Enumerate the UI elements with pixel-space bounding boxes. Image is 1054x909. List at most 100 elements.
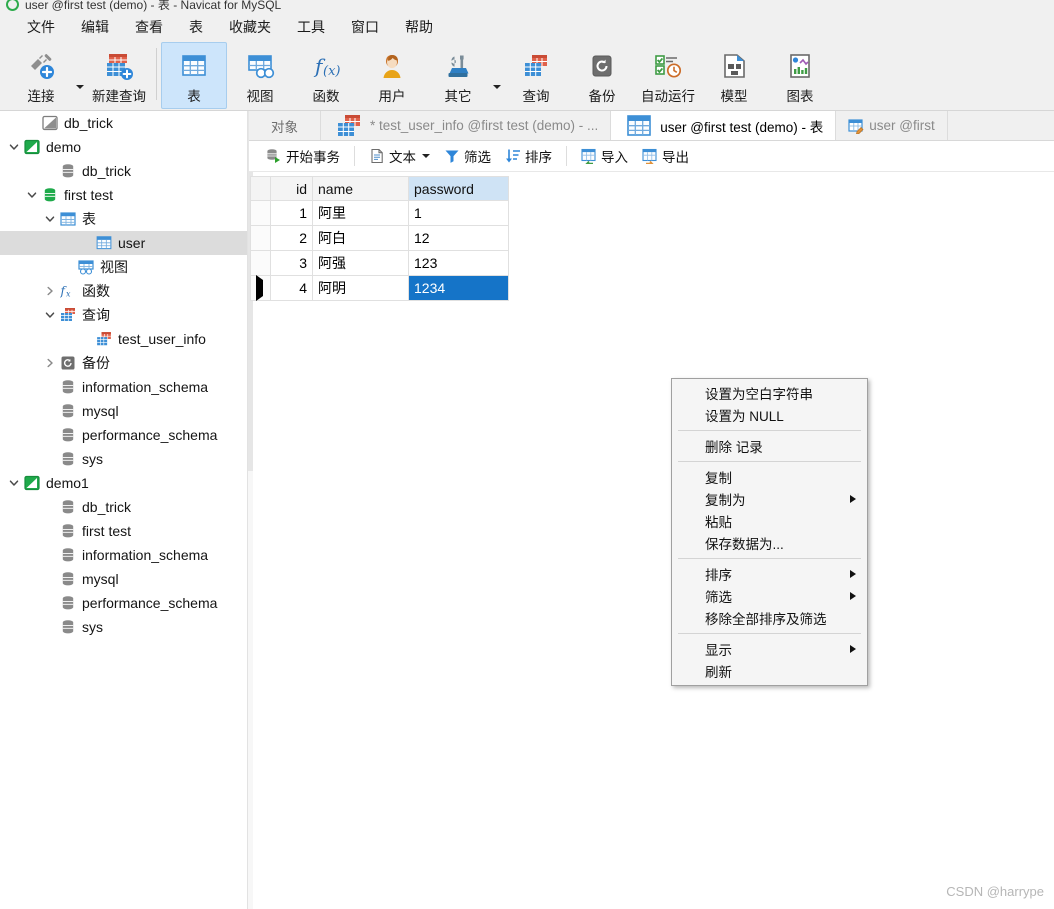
toolbar-button-model[interactable]: 模型: [701, 42, 767, 109]
tree-node-performance_schema[interactable]: performance_schema: [0, 591, 247, 615]
gridbar-button-import[interactable]: 导入: [574, 145, 635, 168]
tree-node-[interactable]: 视图: [0, 255, 247, 279]
context-menu-item[interactable]: 删除 记录: [672, 435, 867, 457]
context-menu-item[interactable]: 刷新: [672, 660, 867, 682]
tree-node-sys[interactable]: sys: [0, 447, 247, 471]
tab-table[interactable]: user @first test (demo) - 表: [611, 111, 837, 140]
grid-cell-password[interactable]: 1234: [408, 275, 509, 301]
object-tree-sidebar[interactable]: db_trick demo db_trick first test 表 user…: [0, 111, 248, 909]
grid-row[interactable]: 3 阿强 123: [250, 250, 509, 276]
chevron-right-icon[interactable]: [42, 351, 58, 375]
toolbar-button-user[interactable]: 用户: [359, 42, 425, 109]
grid-cell-name[interactable]: 阿里: [312, 200, 409, 226]
grid-column-header-password[interactable]: password: [408, 176, 509, 201]
tree-node-[interactable]: 表: [0, 207, 247, 231]
context-menu-item[interactable]: 排序: [672, 563, 867, 585]
tree-node-firsttest[interactable]: first test: [0, 519, 247, 543]
tree-node-db_trick[interactable]: db_trick: [0, 111, 247, 135]
grid-row-marker[interactable]: [250, 200, 271, 226]
context-menu-item[interactable]: 复制为: [672, 488, 867, 510]
context-menu-item[interactable]: 筛选: [672, 585, 867, 607]
tree-node-information_schema[interactable]: information_schema: [0, 375, 247, 399]
tree-node-[interactable]: 备份: [0, 351, 247, 375]
context-menu-item[interactable]: 粘贴: [672, 510, 867, 532]
grid-row-marker[interactable]: [250, 225, 271, 251]
grid-context-menu[interactable]: 设置为空白字符串 设置为 NULL 删除 记录复制 复制为 粘贴 保存数据为... 排序 筛选…: [671, 378, 868, 686]
tree-node-db_trick[interactable]: db_trick: [0, 495, 247, 519]
toolbar-button-others[interactable]: 其它: [425, 42, 491, 109]
grid-cell-password[interactable]: 12: [408, 225, 509, 251]
menu-favorites[interactable]: 收藏夹: [216, 14, 284, 40]
data-grid[interactable]: id name password 1 阿里 1 2 阿白 12 3 阿强 123 4 阿明 1234: [250, 176, 509, 301]
context-menu-item[interactable]: 设置为空白字符串: [672, 382, 867, 404]
tree-node-information_schema[interactable]: information_schema: [0, 543, 247, 567]
toolbar-dropdown-caret[interactable]: [74, 40, 86, 107]
menu-edit[interactable]: 编辑: [68, 14, 122, 40]
tree-node-test_user_info[interactable]: test_user_info: [0, 327, 247, 351]
tree-node-firsttest[interactable]: first test: [0, 183, 247, 207]
toolbar-dropdown-caret[interactable]: [491, 40, 503, 107]
tree-node-demo1[interactable]: demo1: [0, 471, 247, 495]
grid-row-marker[interactable]: [250, 275, 271, 301]
chevron-down-icon[interactable]: [6, 471, 22, 495]
menu-tools[interactable]: 工具: [284, 14, 338, 40]
toolbar-button-function[interactable]: f (x) 函数: [293, 42, 359, 109]
gridbar-button-begin-transaction[interactable]: 开始事务: [259, 145, 347, 168]
toolbar-button-chart[interactable]: 图表: [767, 42, 833, 109]
context-menu-item[interactable]: 移除全部排序及筛选: [672, 607, 867, 629]
toolbar-button-new-query[interactable]: 新建查询: [86, 42, 152, 109]
grid-cell-password[interactable]: 1: [408, 200, 509, 226]
tree-node-demo[interactable]: demo: [0, 135, 247, 159]
tab-query[interactable]: * test_user_info @first test (demo) - ..…: [321, 111, 612, 140]
chevron-down-icon[interactable]: [422, 154, 430, 158]
tree-node-sys[interactable]: sys: [0, 615, 247, 639]
toolbar-button-view[interactable]: 视图: [227, 42, 293, 109]
chevron-right-icon[interactable]: [42, 279, 58, 303]
gridbar-button-text[interactable]: 文本: [362, 145, 437, 168]
grid-cell-id[interactable]: 1: [270, 200, 313, 226]
grid-cell-id[interactable]: 4: [270, 275, 313, 301]
chevron-down-icon[interactable]: [42, 207, 58, 231]
tree-node-mysql[interactable]: mysql: [0, 567, 247, 591]
tab-design[interactable]: user @first: [836, 111, 948, 140]
tree-node-[interactable]: f x 函数: [0, 279, 247, 303]
tree-node-performance_schema[interactable]: performance_schema: [0, 423, 247, 447]
grid-row[interactable]: 2 阿白 12: [250, 225, 509, 251]
chevron-down-icon[interactable]: [24, 183, 40, 207]
context-menu-item[interactable]: 复制: [672, 466, 867, 488]
grid-column-header-name[interactable]: name: [312, 176, 409, 201]
menu-view[interactable]: 查看: [122, 14, 176, 40]
context-menu-item[interactable]: 保存数据为...: [672, 532, 867, 554]
grid-body[interactable]: 1 阿里 1 2 阿白 12 3 阿强 123 4 阿明 1234: [250, 200, 509, 301]
tree-node-user[interactable]: user: [0, 231, 247, 255]
tree-node-[interactable]: 查询: [0, 303, 247, 327]
toolbar-button-connection[interactable]: 连接: [8, 42, 74, 109]
tree-node-db_trick[interactable]: db_trick: [0, 159, 247, 183]
tab-objects[interactable]: 对象: [249, 111, 321, 140]
menu-file[interactable]: 文件: [14, 14, 68, 40]
context-menu-item[interactable]: 显示: [672, 638, 867, 660]
grid-cell-password[interactable]: 123: [408, 250, 509, 276]
grid-row[interactable]: 4 阿明 1234: [250, 275, 509, 301]
toolbar-button-backup[interactable]: 备份: [569, 42, 635, 109]
menu-table[interactable]: 表: [176, 14, 216, 40]
context-menu-item[interactable]: 设置为 NULL: [672, 404, 867, 426]
toolbar-button-table[interactable]: 表: [161, 42, 227, 109]
chevron-down-icon[interactable]: [42, 303, 58, 327]
gridbar-button-export[interactable]: 导出: [635, 145, 696, 168]
gridbar-button-sort[interactable]: 排序: [498, 145, 559, 168]
grid-cell-id[interactable]: 3: [270, 250, 313, 276]
grid-cell-id[interactable]: 2: [270, 225, 313, 251]
menu-window[interactable]: 窗口: [338, 14, 392, 40]
grid-row[interactable]: 1 阿里 1: [250, 200, 509, 226]
toolbar-button-query[interactable]: 查询: [503, 42, 569, 109]
toolbar-button-automation[interactable]: 自动运行: [635, 42, 701, 109]
grid-cell-name[interactable]: 阿白: [312, 225, 409, 251]
grid-cell-name[interactable]: 阿明: [312, 275, 409, 301]
gridbar-button-filter[interactable]: 筛选: [437, 145, 498, 168]
grid-row-marker[interactable]: [250, 250, 271, 276]
grid-cell-name[interactable]: 阿强: [312, 250, 409, 276]
tree-node-mysql[interactable]: mysql: [0, 399, 247, 423]
menu-help[interactable]: 帮助: [392, 14, 446, 40]
grid-column-header-id[interactable]: id: [270, 176, 313, 201]
